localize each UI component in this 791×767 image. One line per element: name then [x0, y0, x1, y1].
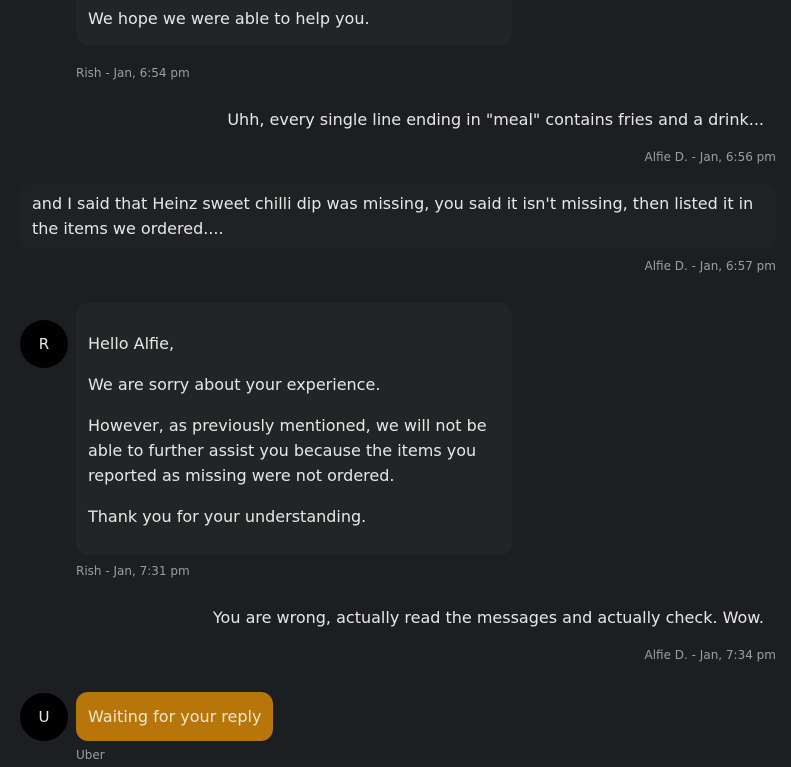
chat-thread: We hope we were able to help you. Rish -…	[0, 0, 791, 767]
message-paragraph: We are sorry about your experience.	[88, 375, 381, 394]
message-text: We hope we were able to help you.	[88, 9, 370, 28]
user-message-text: Uhh, every single line ending in "meal" …	[227, 110, 764, 129]
message-text: and I said that Heinz sweet chilli dip w…	[32, 194, 754, 238]
message-meta: Alfie D. - Jan, 6:57 pm	[644, 259, 776, 273]
user-message-bubble: and I said that Heinz sweet chilli dip w…	[20, 184, 776, 249]
system-avatar: U	[20, 693, 68, 741]
user-message-text: You are wrong, actually read the message…	[212, 608, 764, 627]
message-paragraph: Hello Alfie,	[88, 334, 175, 353]
message-meta: Rish - Jan, 6:54 pm	[76, 66, 190, 80]
agent-message-bubble: We hope we were able to help you.	[76, 0, 512, 45]
message-paragraph: However, as previously mentioned, we wil…	[88, 416, 487, 485]
message-meta: Uber	[76, 748, 105, 762]
message-meta: Rish - Jan, 7:31 pm	[76, 564, 190, 578]
agent-avatar: R	[20, 320, 68, 368]
message-paragraph: Thank you for your understanding.	[88, 507, 367, 526]
agent-message-bubble: Hello Alfie, We are sorry about your exp…	[76, 303, 512, 555]
waiting-status-badge: Waiting for your reply	[76, 692, 274, 741]
message-meta: Alfie D. - Jan, 6:56 pm	[644, 150, 776, 164]
message-meta: Alfie D. - Jan, 7:34 pm	[644, 648, 776, 662]
